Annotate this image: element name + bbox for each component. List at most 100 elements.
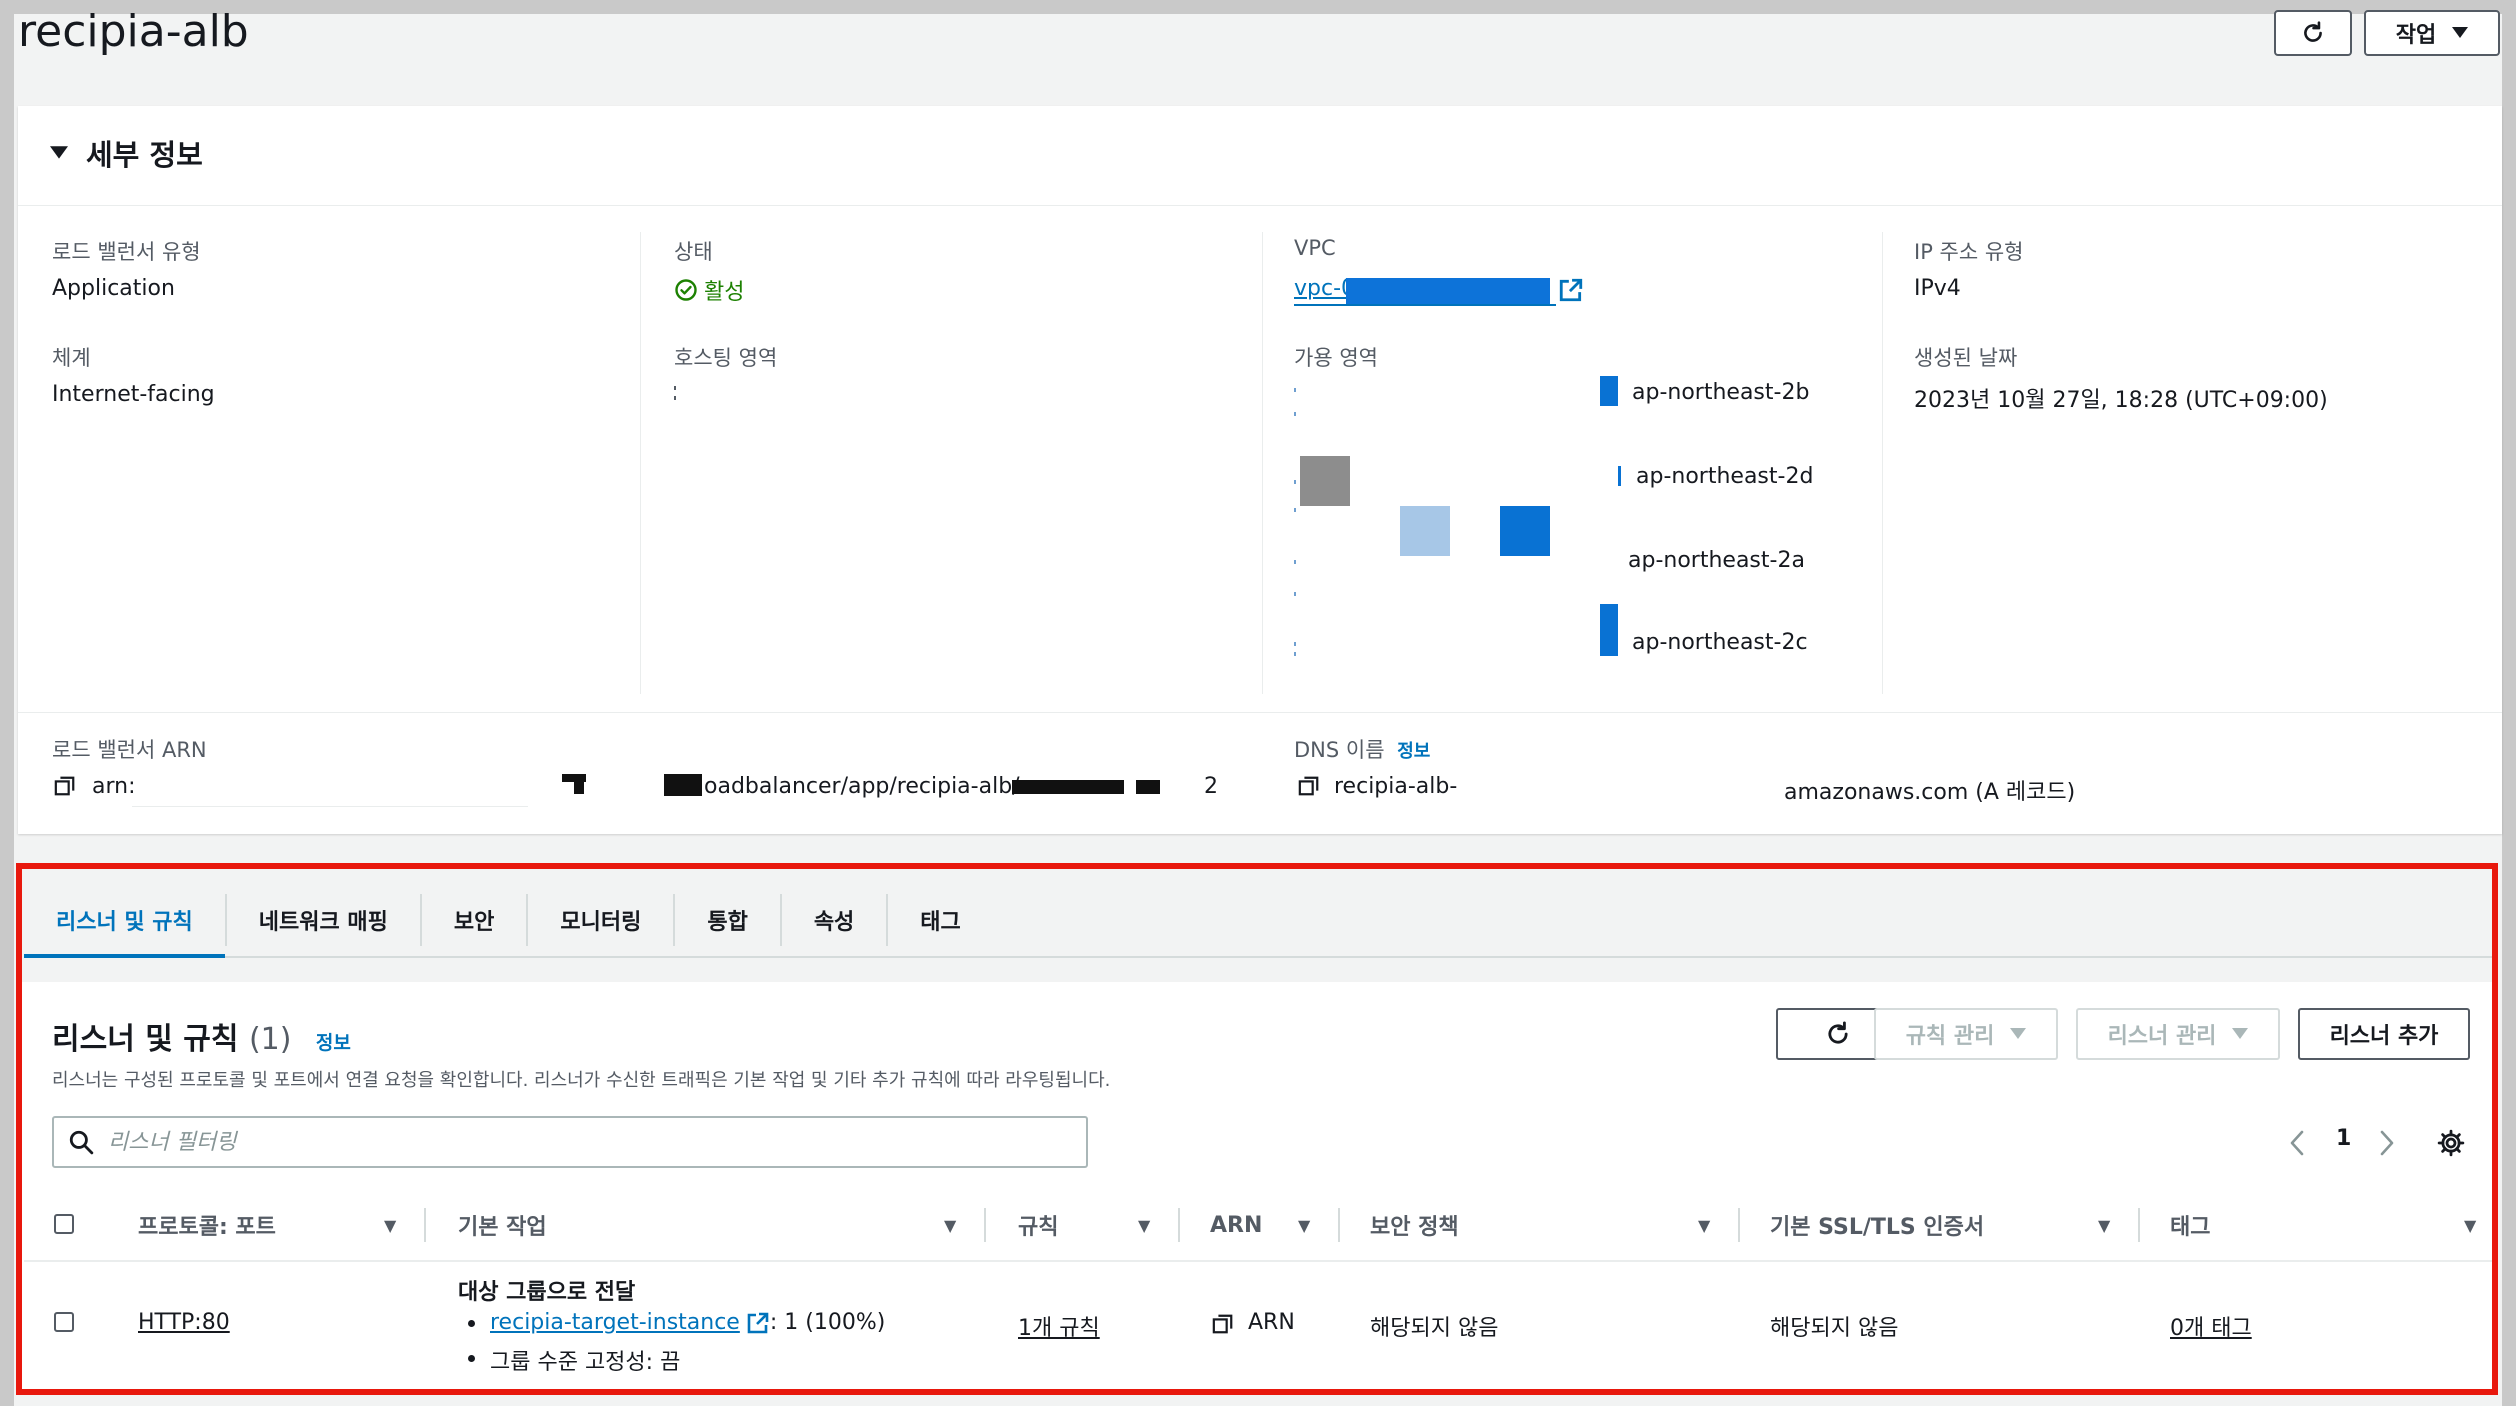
redacted-mark <box>1294 388 1296 392</box>
sort-caret-icon[interactable]: ▼ <box>2464 1216 2476 1235</box>
redacted-block <box>574 782 584 794</box>
row-select-checkbox[interactable] <box>54 1312 74 1332</box>
hosted-zone-label: 호스팅 영역 <box>674 346 778 370</box>
refresh-button[interactable] <box>2274 10 2352 56</box>
tab-listeners-rules[interactable]: 리스너 및 규칙 <box>24 884 225 958</box>
vpc-link-underline <box>1294 304 1556 306</box>
target-group-link[interactable]: recipia-target-instance <box>490 1310 740 1335</box>
tags-link[interactable]: 0개 태그 <box>2170 1310 2252 1342</box>
column-header-tags[interactable]: 태그 <box>2170 1190 2210 1260</box>
manage-rules-label: 규칙 관리 <box>1905 1024 1995 1049</box>
redacted-mark <box>1294 480 1296 484</box>
copy-icon[interactable] <box>1212 1313 1234 1335</box>
column-resizer[interactable] <box>424 1208 426 1242</box>
tab-monitoring[interactable]: 모니터링 <box>528 884 673 956</box>
column-resizer[interactable] <box>2138 1208 2140 1242</box>
az-item: ap-northeast-2b <box>1632 380 1810 405</box>
page-title: recipia-alb <box>18 6 249 57</box>
scheme-value: Internet-facing <box>52 382 215 407</box>
ip-type-value: IPv4 <box>1914 276 1961 301</box>
details-section-header[interactable]: 세부 정보 <box>50 132 203 174</box>
column-resizer[interactable] <box>1338 1208 1340 1242</box>
tab-integrations[interactable]: 통합 <box>675 884 779 956</box>
stickiness-text: 그룹 수준 고정성: 끔 <box>490 1350 681 1375</box>
actions-label: 작업 <box>2395 23 2437 48</box>
column-header-rules[interactable]: 규칙 <box>1018 1190 1058 1260</box>
dns-label-row: DNS 이름 정보 <box>1294 734 1430 764</box>
copy-icon[interactable] <box>1298 775 1320 797</box>
manage-listener-button[interactable]: 리스너 관리 <box>2076 1008 2280 1060</box>
divider <box>18 712 2502 713</box>
listeners-info-link[interactable]: 정보 <box>316 1032 351 1054</box>
divider <box>18 205 2502 206</box>
az-item: ap-northeast-2c <box>1632 630 1808 655</box>
listener-filter <box>52 1116 1088 1168</box>
external-link-icon[interactable] <box>746 1311 770 1335</box>
manage-listener-label: 리스너 관리 <box>2107 1024 2217 1049</box>
redacted-mark <box>1294 508 1296 512</box>
column-header-arn[interactable]: ARN <box>1210 1190 1262 1260</box>
select-all-checkbox[interactable] <box>54 1214 74 1234</box>
column-divider <box>640 232 641 694</box>
tab-attributes[interactable]: 속성 <box>782 884 886 956</box>
arn-label: 로드 밸런서 ARN <box>52 738 207 762</box>
column-resizer[interactable] <box>1178 1208 1180 1242</box>
lb-type-value: Application <box>52 276 175 301</box>
column-header-default-action[interactable]: 기본 작업 <box>458 1190 547 1260</box>
chevron-right-icon[interactable] <box>2378 1129 2396 1157</box>
tab-tags[interactable]: 태그 <box>888 884 992 956</box>
chevron-left-icon[interactable] <box>2288 1129 2306 1157</box>
redacted-mark <box>674 396 676 400</box>
redacted-mark <box>1294 560 1296 564</box>
vpc-label: VPC <box>1294 236 1336 260</box>
rules-link[interactable]: 1개 규칙 <box>1018 1310 1100 1342</box>
column-header-security-policy[interactable]: 보안 정책 <box>1370 1190 1459 1260</box>
sort-caret-icon[interactable]: ▼ <box>2098 1216 2110 1235</box>
sort-caret-icon[interactable]: ▼ <box>384 1216 396 1235</box>
gear-icon[interactable] <box>2436 1128 2466 1158</box>
dns-label: DNS 이름 <box>1294 738 1385 762</box>
column-header-ssl-cert[interactable]: 기본 SSL/TLS 인증서 <box>1770 1190 1984 1260</box>
column-header-protocol-port[interactable]: 프로토콜: 포트 <box>138 1190 276 1260</box>
tab-network-mapping[interactable]: 네트워크 매핑 <box>227 884 420 956</box>
protocol-port-link[interactable]: HTTP:80 <box>138 1310 230 1335</box>
redacted-mark <box>1294 642 1296 646</box>
sort-caret-icon[interactable]: ▼ <box>1298 1216 1310 1235</box>
az-item: ap-northeast-2a <box>1628 548 1805 573</box>
az-marker <box>1600 376 1618 406</box>
column-resizer[interactable] <box>984 1208 986 1242</box>
az-marker <box>1618 466 1621 486</box>
redacted-mark <box>674 386 676 390</box>
actions-dropdown-button[interactable]: 작업 <box>2364 10 2500 56</box>
sort-caret-icon[interactable]: ▼ <box>1698 1216 1710 1235</box>
column-divider <box>1882 232 1883 694</box>
listener-filter-input[interactable] <box>106 1128 1070 1156</box>
ip-type-label: IP 주소 유형 <box>1914 240 2024 264</box>
add-listener-label: 리스너 추가 <box>2329 1024 2439 1049</box>
listeners-title-text: 리스너 및 규칙 <box>52 1022 239 1057</box>
scheme-label: 체계 <box>52 346 91 370</box>
manage-rules-button[interactable]: 규칙 관리 <box>1874 1008 2058 1060</box>
column-divider <box>1262 232 1263 694</box>
created-label: 생성된 날짜 <box>1914 346 2018 370</box>
caret-down-icon <box>2010 1028 2027 1039</box>
listeners-description: 리스너는 구성된 프로토콜 및 포트에서 연결 요청을 확인합니다. 리스너가 … <box>52 1070 1111 1091</box>
az-label: 가용 영역 <box>1294 346 1378 370</box>
column-resizer[interactable] <box>1738 1208 1740 1242</box>
tab-security[interactable]: 보안 <box>422 884 526 956</box>
add-listener-button[interactable]: 리스너 추가 <box>2298 1008 2470 1060</box>
dns-info-link[interactable]: 정보 <box>1397 741 1430 762</box>
arn-tail: 2 <box>1204 774 1218 799</box>
az-marker <box>1600 604 1618 656</box>
sort-caret-icon[interactable]: ▼ <box>1138 1216 1150 1235</box>
copy-icon[interactable] <box>54 775 76 797</box>
page-number[interactable]: 1 <box>2336 1126 2351 1151</box>
check-circle-icon <box>675 279 697 301</box>
arn-copy-label[interactable]: ARN <box>1248 1310 1295 1335</box>
target-group-line: recipia-target-instance : 1 (100%) <box>490 1310 885 1335</box>
redacted-block <box>664 774 702 796</box>
sort-caret-icon[interactable]: ▼ <box>944 1216 956 1235</box>
search-icon <box>69 1130 94 1155</box>
ssl-cert-value: 해당되지 않음 <box>1770 1316 1899 1341</box>
external-link-icon[interactable] <box>1558 277 1584 303</box>
